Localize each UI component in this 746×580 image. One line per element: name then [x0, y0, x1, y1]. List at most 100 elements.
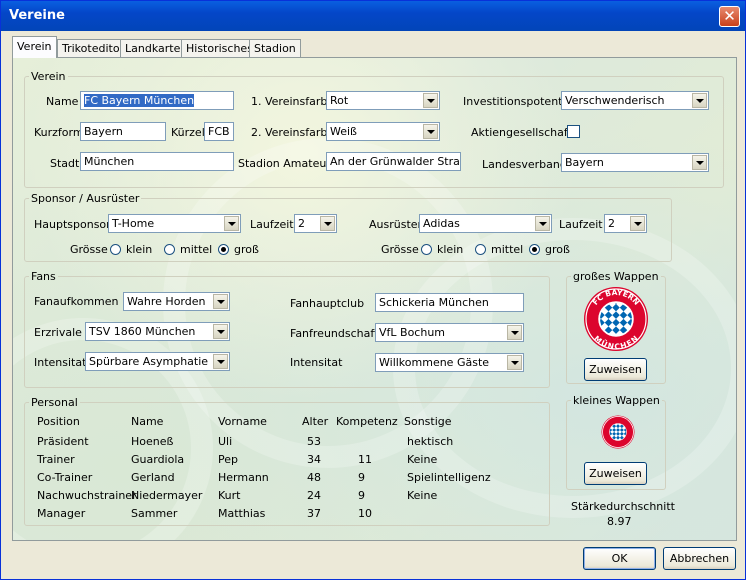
name-field[interactable]: FC Bayern München — [80, 91, 234, 110]
sponsor-legend: Sponsor / Ausrüster — [31, 192, 140, 205]
sponsor-size-klein-radio[interactable] — [110, 244, 121, 255]
stadion-amateure-label: Stadion Amateure — [238, 157, 338, 170]
intensitaet1-label: Intensitat — [34, 356, 87, 369]
intensitaet2-select[interactable]: Willkommene Gäste — [375, 353, 524, 372]
window-title: Vereine — [9, 8, 65, 23]
tab-stadion[interactable]: Stadion — [249, 39, 301, 57]
table-cell: Kurt — [218, 489, 241, 502]
cancel-button[interactable]: Abbrechen — [663, 547, 736, 570]
erzrivale-select[interactable]: TSV 1860 München — [85, 322, 230, 341]
table-cell: 37 — [307, 507, 321, 520]
tab-historisches[interactable]: Historisches — [181, 39, 258, 57]
vereinsfarbe2-label: 2. Vereinsfarbe — [251, 126, 335, 139]
chevron-down-icon[interactable] — [213, 324, 228, 339]
chevron-down-icon[interactable] — [692, 93, 707, 108]
hauptsponsor-label: Hauptsponsor — [34, 218, 111, 231]
kleines-wappen-legend: kleines Wappen — [573, 394, 660, 407]
ausruester-select[interactable]: Adidas — [419, 214, 552, 233]
groesse1-label: Grösse — [70, 243, 108, 256]
intensitaet2-label: Intensitat — [290, 356, 343, 369]
fans-legend: Fans — [31, 270, 56, 283]
kuerzel-field[interactable]: FCB — [204, 122, 234, 141]
investition-select[interactable]: Verschwenderisch — [561, 91, 709, 110]
table-cell: Hoeneß — [131, 435, 174, 448]
table-cell: Sammer — [131, 507, 178, 520]
assign-large-crest-button[interactable]: Zuweisen — [584, 358, 647, 381]
stadion-amateure-field[interactable]: An der Grünwalder Straße — [326, 152, 461, 171]
table-cell: 9 — [358, 489, 365, 502]
erzrivale-value: TSV 1860 München — [89, 325, 196, 338]
tab-verein[interactable]: Verein — [12, 36, 57, 58]
hauptsponsor-value: T-Home — [112, 217, 155, 230]
table-cell: Trainer — [37, 453, 75, 466]
ok-button[interactable]: OK — [583, 547, 656, 570]
vereinsfarbe1-value: Rot — [330, 94, 349, 107]
stadt-label: Stadt — [50, 157, 80, 170]
chevron-down-icon[interactable] — [224, 216, 239, 231]
name-value: FC Bayern München — [84, 94, 195, 107]
close-button[interactable]: ✕ — [719, 6, 740, 27]
col-header-vorname: Vorname — [218, 415, 267, 428]
chevron-down-icon[interactable] — [692, 155, 707, 170]
kurzform-label: Kurzform — [34, 126, 84, 139]
vereinsfarbe1-label: 1. Vereinsfarbe — [251, 95, 335, 108]
investition-label: Investitionspotential — [463, 95, 576, 108]
chevron-down-icon[interactable] — [213, 294, 228, 309]
assign-small-crest-button[interactable]: Zuweisen — [584, 462, 647, 485]
table-cell: hektisch — [407, 435, 454, 448]
table-cell: Pep — [218, 453, 238, 466]
sponsor-size-mittel-label: mittel — [180, 243, 213, 256]
col-header-sonstige: Sonstige — [404, 415, 452, 428]
laufzeit2-select[interactable]: 2 — [604, 214, 647, 233]
table-cell: Nachwuchstrainer — [37, 489, 137, 502]
laufzeit1-select[interactable]: 2 — [294, 214, 337, 233]
sponsor-size-mittel-radio[interactable] — [164, 244, 175, 255]
col-header-alter: Alter — [302, 415, 329, 428]
chevron-down-icon[interactable] — [507, 355, 522, 370]
aktiengesellschaft-checkbox[interactable] — [567, 125, 580, 138]
fanaufkommen-select[interactable]: Wahre Horden — [123, 292, 230, 311]
landesverband-select[interactable]: Bayern — [561, 153, 709, 172]
chevron-down-icon[interactable] — [423, 93, 438, 108]
laufzeit2-value: 2 — [608, 217, 615, 230]
tab-panel: Verein Name FC Bayern München Kurzform B… — [12, 57, 737, 541]
tab-trikoteditor[interactable]: Trikoteditor — [57, 39, 130, 57]
stadt-field[interactable]: München — [80, 152, 234, 171]
intensitaet1-select[interactable]: Spürbare Asymphatie — [85, 352, 230, 371]
tab-landkarte[interactable]: Landkarte — [120, 39, 186, 57]
laufzeit1-value: 2 — [298, 217, 305, 230]
table-cell: 10 — [358, 507, 372, 520]
vereinsfarbe2-select[interactable]: Weiß — [326, 122, 440, 141]
chevron-down-icon[interactable] — [507, 325, 522, 340]
chevron-down-icon[interactable] — [320, 216, 335, 231]
chevron-down-icon[interactable] — [423, 124, 438, 139]
chevron-down-icon[interactable] — [535, 216, 550, 231]
table-cell: 34 — [307, 453, 321, 466]
vereinsfarbe1-select[interactable]: Rot — [326, 91, 440, 110]
fanaufkommen-label: Fanaufkommen — [34, 295, 119, 308]
chevron-down-icon[interactable] — [630, 216, 645, 231]
fanfreundschaft-select[interactable]: VfL Bochum — [375, 323, 524, 342]
table-cell: 53 — [307, 435, 321, 448]
ausruester-size-mittel-radio[interactable] — [475, 244, 486, 255]
verein-legend: Verein — [31, 70, 66, 83]
chevron-down-icon[interactable] — [213, 354, 228, 369]
ausruester-size-gross-radio[interactable] — [529, 244, 540, 255]
table-cell: 11 — [358, 453, 372, 466]
landesverband-label: Landesverband — [482, 158, 567, 171]
table-cell: Keine — [407, 489, 438, 502]
personal-group: Personal — [24, 396, 550, 526]
erzrivale-label: Erzrivale — [34, 326, 82, 339]
kurzform-field[interactable]: Bayern — [80, 122, 166, 141]
staerke-label: Stärkedurchschnitt — [571, 500, 675, 513]
groesse2-label: Grösse — [381, 243, 419, 256]
sponsor-size-gross-radio[interactable] — [218, 244, 229, 255]
ausruester-value: Adidas — [423, 217, 460, 230]
hauptsponsor-select[interactable]: T-Home — [108, 214, 241, 233]
intensitaet1-value: Spürbare Asymphatie — [89, 355, 209, 368]
fanhauptclub-field[interactable]: Schickeria München — [375, 293, 524, 312]
table-cell: 48 — [307, 471, 321, 484]
staerke-value: 8.97 — [607, 515, 632, 528]
ausruester-size-gross-label: groß — [545, 243, 570, 256]
ausruester-size-klein-radio[interactable] — [421, 244, 432, 255]
